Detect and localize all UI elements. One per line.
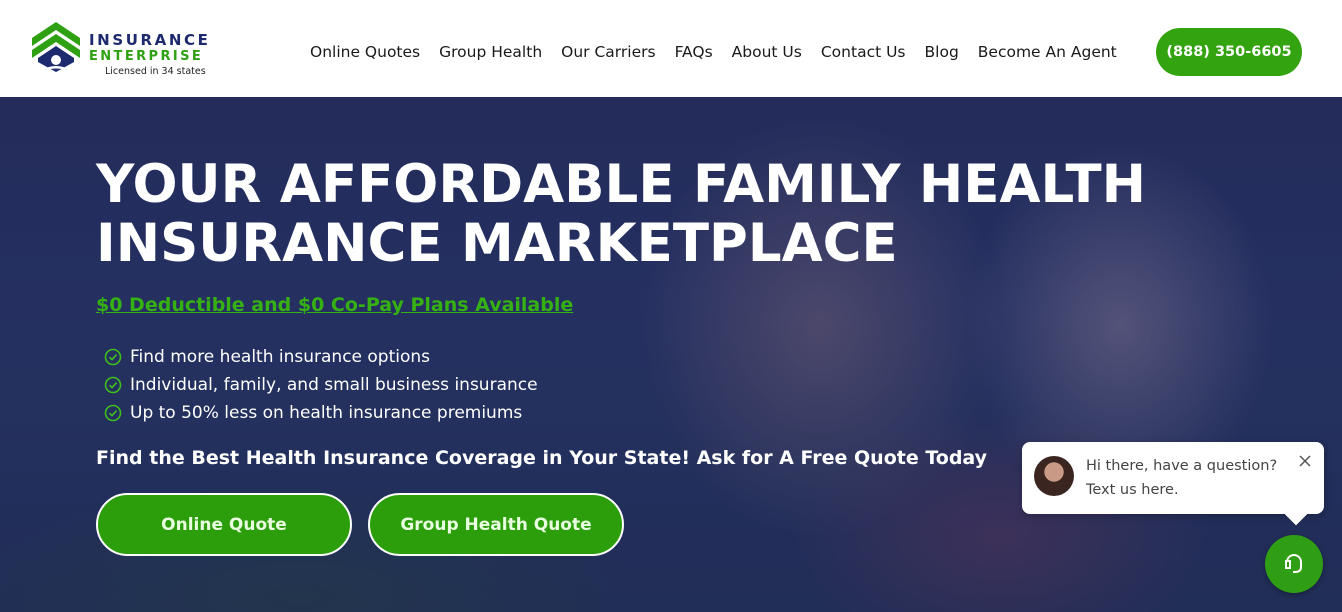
hero-section: YOUR AFFORDABLE FAMILY HEALTH INSURANCE … <box>0 97 1342 612</box>
site-header: INSURANCE ENTERPRISE Licensed in 34 stat… <box>0 0 1342 97</box>
logo[interactable]: INSURANCE ENTERPRISE Licensed in 34 stat… <box>30 20 230 80</box>
group-health-quote-button[interactable]: Group Health Quote <box>368 493 624 556</box>
chat-button[interactable] <box>1265 535 1323 593</box>
chat-icon <box>1285 554 1302 573</box>
close-icon[interactable] <box>1298 454 1312 468</box>
check-circle-icon <box>104 404 122 422</box>
nav-contact-us[interactable]: Contact Us <box>821 40 906 64</box>
logo-text-secondary: ENTERPRISE <box>89 49 204 64</box>
avatar <box>1034 456 1074 496</box>
hero-title: YOUR AFFORDABLE FAMILY HEALTH INSURANCE … <box>96 154 1147 274</box>
main-nav: Online Quotes Group Health Our Carriers … <box>310 40 1136 64</box>
check-circle-icon <box>104 348 122 366</box>
chat-message-line1: Hi there, have a question? <box>1086 458 1278 474</box>
list-item: Individual, family, and small business i… <box>104 371 538 399</box>
nav-online-quotes[interactable]: Online Quotes <box>310 40 420 64</box>
list-item-text: Find more health insurance options <box>130 347 431 367</box>
hero-subtitle-link[interactable]: $0 Deductible and $0 Co-Pay Plans Availa… <box>96 294 573 316</box>
nav-blog[interactable]: Blog <box>925 40 959 64</box>
online-quote-button[interactable]: Online Quote <box>96 493 352 556</box>
nav-faqs[interactable]: FAQs <box>675 40 713 64</box>
logo-tagline: Licensed in 34 states <box>105 66 206 77</box>
nav-our-carriers[interactable]: Our Carriers <box>561 40 655 64</box>
nav-become-an-agent[interactable]: Become An Agent <box>978 40 1117 64</box>
nav-about-us[interactable]: About Us <box>732 40 802 64</box>
list-item-text: Up to 50% less on health insurance premi… <box>130 403 523 423</box>
chat-message: Hi there, have a question? Text us here. <box>1086 454 1286 502</box>
chat-message-line2: Text us here. <box>1086 482 1179 498</box>
phone-button[interactable]: (888) 350-6605 <box>1156 28 1302 76</box>
list-item-text: Individual, family, and small business i… <box>130 375 538 395</box>
benefit-list: Find more health insurance options Indiv… <box>104 343 538 427</box>
list-item: Find more health insurance options <box>104 343 538 371</box>
chat-popup[interactable]: Hi there, have a question? Text us here. <box>1022 442 1324 514</box>
check-circle-icon <box>104 376 122 394</box>
logo-text-primary: INSURANCE <box>89 31 211 49</box>
hero-cta-text: Find the Best Health Insurance Coverage … <box>96 447 988 469</box>
house-chevron-logo-icon <box>32 22 80 72</box>
nav-group-health[interactable]: Group Health <box>439 40 542 64</box>
list-item: Up to 50% less on health insurance premi… <box>104 399 538 427</box>
